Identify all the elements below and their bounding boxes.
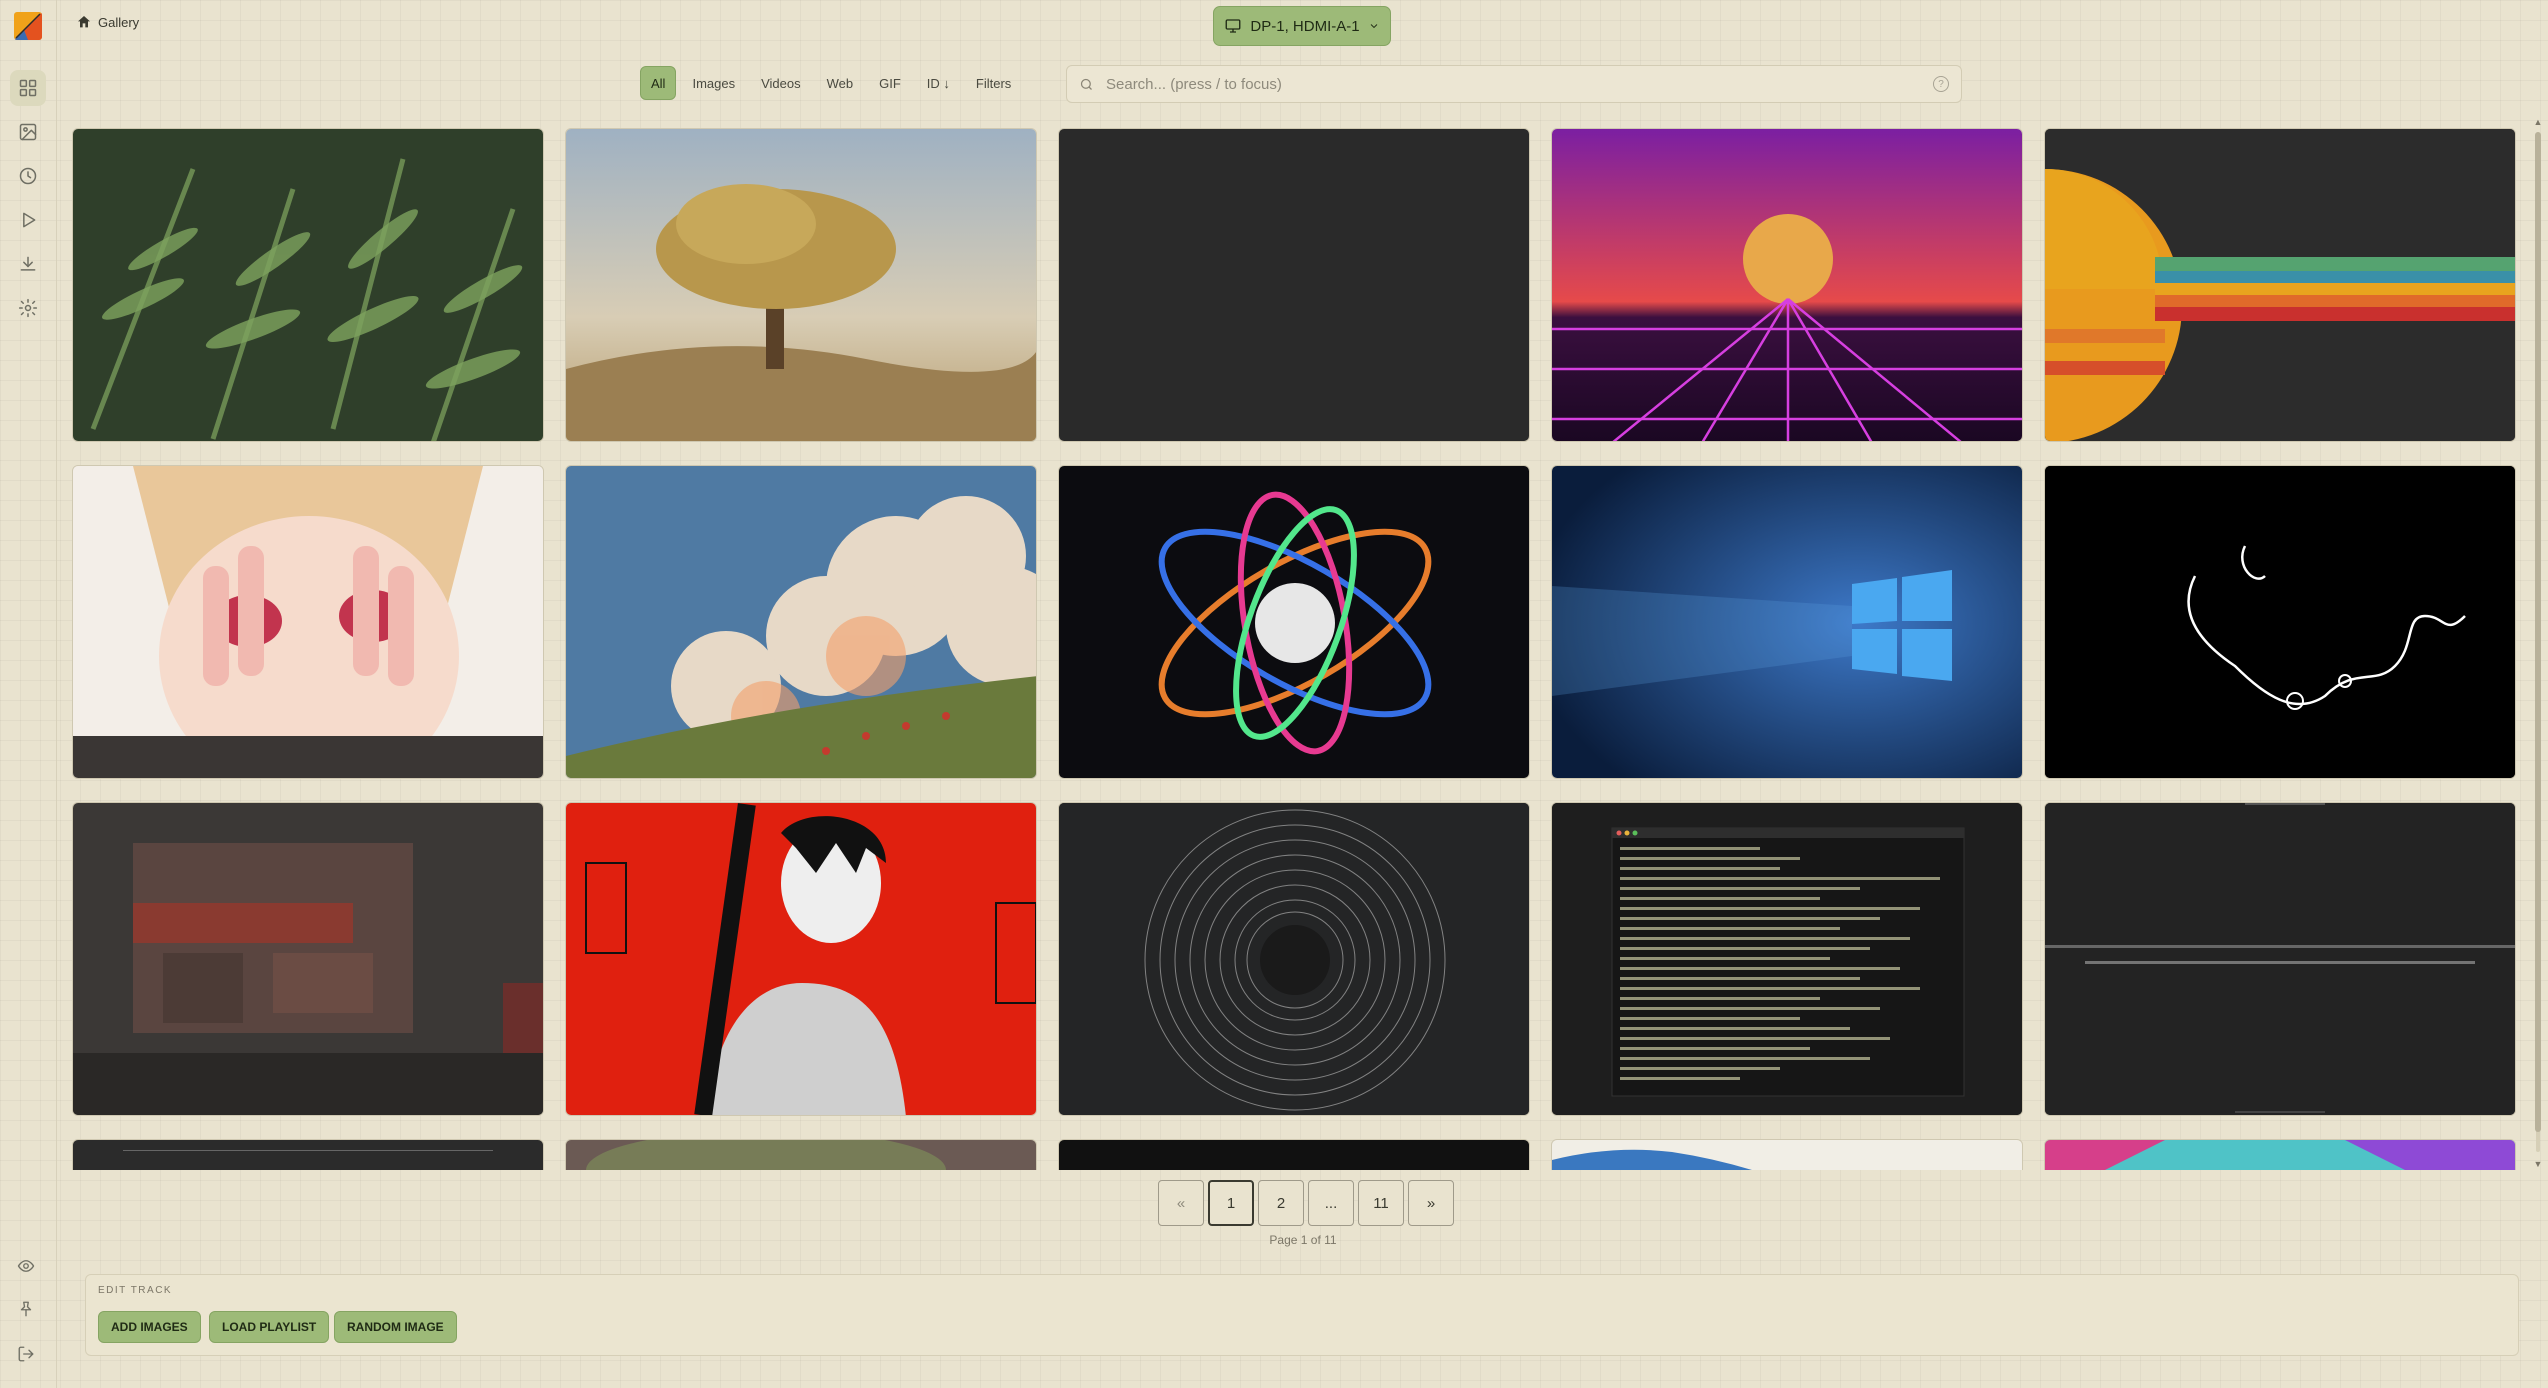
thumbnail-red-manga-character[interactable] xyxy=(565,802,1037,1116)
breadcrumb-label: Gallery xyxy=(98,14,140,30)
thumbnail-retro-stripes-sun[interactable] xyxy=(2044,128,2516,442)
play-icon xyxy=(23,212,36,228)
nav-gallery-button[interactable] xyxy=(10,70,46,106)
page-ellipsis: ... xyxy=(1308,1180,1354,1226)
thumbnail-text-on-dark[interactable] xyxy=(2044,802,2516,1116)
tab-all[interactable]: All xyxy=(640,66,677,100)
thumbnail-golden-tree-landscape[interactable] xyxy=(565,128,1037,442)
tab-gif[interactable]: GIF xyxy=(869,67,911,99)
pagination: « 1 2 ... 11 » xyxy=(1158,1180,1454,1226)
thumbnail-night-shop-street[interactable] xyxy=(72,802,544,1116)
page-info: Page 1 of 11 xyxy=(1269,1233,1337,1247)
nav-history-button[interactable] xyxy=(10,158,46,194)
thumbnail-wireframe-ring[interactable] xyxy=(1058,802,1530,1116)
next-page-button[interactable]: » xyxy=(1408,1180,1454,1226)
monitor-icon xyxy=(1225,19,1241,33)
page-button-1[interactable]: 1 xyxy=(1208,1180,1254,1226)
thumbnail-partial-blue-paint[interactable] xyxy=(1551,1139,2023,1170)
thumbnail-atom-energy-swirl[interactable] xyxy=(1058,465,1530,779)
search-icon xyxy=(1080,78,1092,90)
pin-icon xyxy=(20,1301,32,1317)
thumbnail-blank-dark[interactable] xyxy=(1058,128,1530,442)
image-icon xyxy=(19,123,37,141)
download-icon xyxy=(20,256,36,271)
thumbnail-terminal-screenshot[interactable] xyxy=(1551,802,2023,1116)
grid-scrollbar[interactable]: ▲ ▼ xyxy=(2532,116,2544,1172)
scroll-down-icon[interactable]: ▼ xyxy=(2532,1158,2544,1170)
thumbnail-partial-black[interactable] xyxy=(1058,1139,1530,1170)
edit-track-panel: EDIT TRACK ADD IMAGES LOAD PLAYLIST RAND… xyxy=(85,1274,2519,1356)
scroll-up-icon[interactable]: ▲ xyxy=(2532,116,2544,128)
sort-id-button[interactable]: ID ↓ xyxy=(917,67,960,99)
thumbnail-windows-logo-blue[interactable] xyxy=(1551,465,2023,779)
thumbnail-synthwave-sunset[interactable] xyxy=(1551,128,2023,442)
add-images-button[interactable]: ADD IMAGES xyxy=(98,1311,201,1343)
breadcrumb[interactable]: Gallery xyxy=(76,14,139,30)
thumbnail-clouds-sky-figures[interactable] xyxy=(565,465,1037,779)
page-button-11[interactable]: 11 xyxy=(1358,1180,1404,1226)
gear-icon xyxy=(18,298,38,318)
nav-download-button[interactable] xyxy=(10,246,46,282)
random-image-button[interactable]: RANDOM IMAGE xyxy=(334,1311,457,1343)
thumbnail-white-scribble-black[interactable] xyxy=(2044,465,2516,779)
chevron-down-icon xyxy=(1370,24,1377,29)
search-input[interactable] xyxy=(1104,74,1933,94)
clock-icon xyxy=(19,167,37,185)
help-icon[interactable]: ? xyxy=(1933,76,1949,92)
page-button-2[interactable]: 2 xyxy=(1258,1180,1304,1226)
logout-button[interactable] xyxy=(17,1345,39,1367)
app-logo[interactable] xyxy=(14,12,42,40)
nav-playlist-button[interactable] xyxy=(10,202,46,238)
sidebar xyxy=(0,0,57,1388)
tab-web[interactable]: Web xyxy=(817,67,864,99)
monitor-label: DP-1, HDMI-A-1 xyxy=(1250,17,1360,35)
filters-button[interactable]: Filters xyxy=(966,67,1021,99)
eye-button[interactable] xyxy=(17,1257,39,1279)
scroll-thumb[interactable] xyxy=(2535,132,2541,1132)
grid-icon xyxy=(19,79,37,97)
home-icon xyxy=(78,16,90,28)
thumbnail-partial-colorful[interactable] xyxy=(2044,1139,2516,1170)
image-grid xyxy=(72,128,2518,1170)
load-playlist-button[interactable]: LOAD PLAYLIST xyxy=(209,1311,330,1343)
filter-tabs: All Images Videos Web GIF ID ↓ Filters xyxy=(640,66,1021,100)
search-bar: ? xyxy=(1066,65,1962,103)
nav-images-button[interactable] xyxy=(10,114,46,150)
thumbnail-fern-leaves[interactable] xyxy=(72,128,544,442)
prev-page-button[interactable]: « xyxy=(1158,1180,1204,1226)
nav-settings-button[interactable] xyxy=(10,290,46,326)
thumbnail-partial-aurora[interactable] xyxy=(565,1139,1037,1170)
tab-videos[interactable]: Videos xyxy=(751,67,811,99)
tab-images[interactable]: Images xyxy=(682,67,745,99)
monitor-select-button[interactable]: DP-1, HDMI-A-1 xyxy=(1213,6,1391,46)
pin-button[interactable] xyxy=(17,1300,39,1322)
thumbnail-anime-girl-hands[interactable] xyxy=(72,465,544,779)
thumbnail-partial-dark-1[interactable] xyxy=(72,1139,544,1170)
eye-icon xyxy=(17,1260,35,1272)
logout-icon xyxy=(18,1346,34,1362)
edit-track-title: EDIT TRACK xyxy=(98,1285,173,1296)
